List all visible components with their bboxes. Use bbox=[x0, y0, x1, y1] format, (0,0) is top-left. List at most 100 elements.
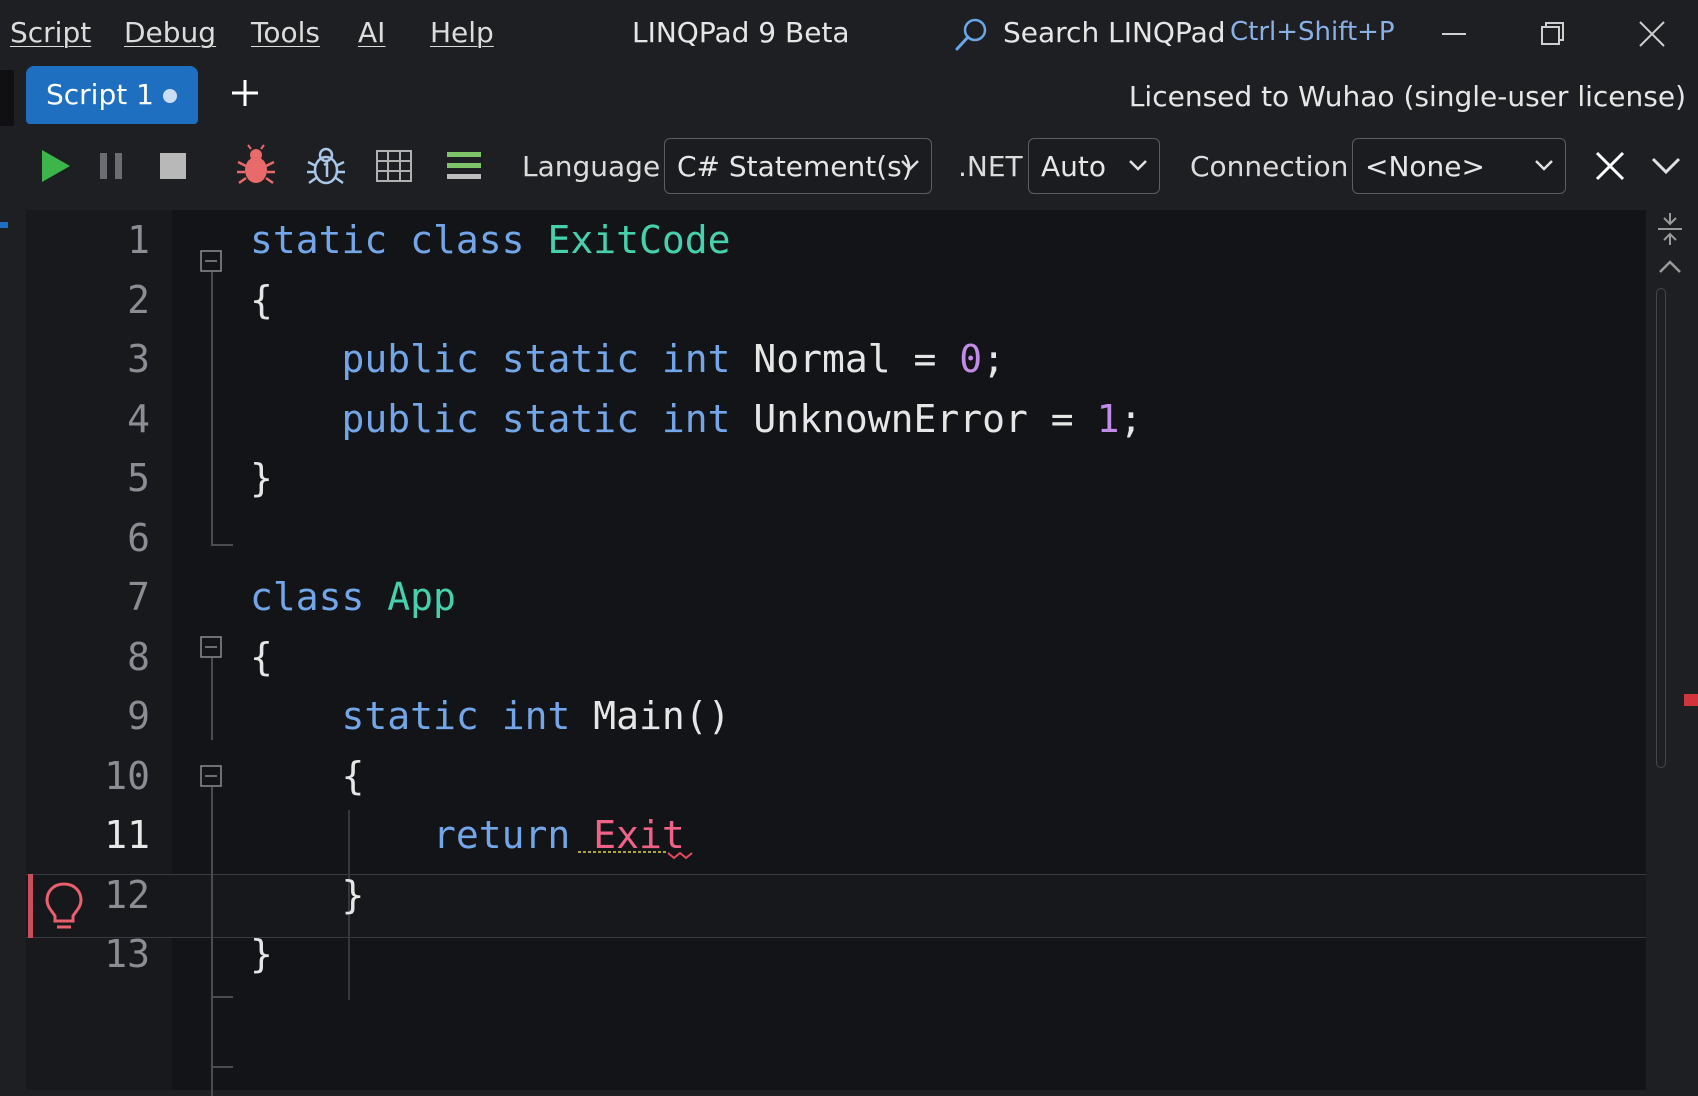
pause-icon[interactable] bbox=[92, 146, 132, 186]
punctuation: ; bbox=[982, 337, 1006, 381]
brace: } bbox=[341, 873, 365, 917]
fold-collapse-icon[interactable] bbox=[200, 250, 222, 272]
add-tab-icon[interactable] bbox=[228, 76, 262, 110]
fold-guide bbox=[211, 1066, 233, 1068]
menu-debug[interactable]: Debug bbox=[124, 16, 216, 49]
number-literal: 0 bbox=[959, 337, 983, 381]
scrollbar-thumb[interactable] bbox=[1656, 288, 1666, 768]
dotnet-select[interactable]: Auto bbox=[1028, 138, 1160, 194]
unsaved-dot-icon bbox=[163, 89, 177, 103]
fold-collapse-icon[interactable] bbox=[200, 765, 222, 787]
tab-script-1[interactable]: Script 1 bbox=[26, 66, 198, 124]
dotnet-label: .NET bbox=[958, 150, 1023, 183]
line-number: 4 bbox=[127, 397, 150, 441]
menu-help[interactable]: Help bbox=[430, 16, 494, 49]
punctuation: ; bbox=[1119, 397, 1143, 441]
line-number: 13 bbox=[104, 932, 150, 976]
keyword: static bbox=[341, 694, 479, 738]
brace: { bbox=[250, 278, 273, 322]
code-line-12: } bbox=[250, 873, 365, 917]
type-name: ExitCode bbox=[547, 218, 731, 262]
connection-select[interactable]: <None> bbox=[1352, 138, 1566, 194]
brace: { bbox=[250, 635, 273, 679]
close-window-icon[interactable] bbox=[1630, 12, 1674, 56]
brace: } bbox=[250, 456, 273, 500]
line-number: 2 bbox=[127, 278, 150, 322]
code-line-1: static class ExitCode bbox=[250, 218, 730, 262]
line-number: 6 bbox=[127, 516, 150, 560]
code-line-5: } bbox=[250, 456, 273, 500]
line-number: 10 bbox=[104, 754, 150, 798]
license-text: Licensed to Wuhao (single-user license) bbox=[1128, 80, 1686, 113]
identifier: UnknownError = bbox=[753, 397, 1097, 441]
error-squiggle bbox=[578, 851, 693, 860]
connection-value: <None> bbox=[1365, 150, 1485, 183]
debug-step-bug-icon[interactable] bbox=[304, 144, 348, 188]
dotnet-value: Auto bbox=[1041, 150, 1107, 183]
code-line-7: class App bbox=[250, 575, 456, 619]
keyword: static bbox=[501, 397, 639, 441]
stop-icon[interactable] bbox=[153, 146, 193, 186]
tab-bar: Script 1 Licensed to Wuhao (single-user … bbox=[0, 66, 1698, 128]
keyword: public bbox=[341, 397, 479, 441]
language-value: C# Statement(s) bbox=[677, 150, 913, 183]
grid-results-icon[interactable] bbox=[374, 146, 414, 186]
error-marker[interactable] bbox=[1684, 694, 1698, 706]
line-number: 9 bbox=[127, 694, 150, 738]
left-edge-accent bbox=[0, 222, 8, 228]
minimize-icon[interactable] bbox=[1432, 12, 1476, 56]
expand-toolbar-icon[interactable] bbox=[1648, 150, 1684, 182]
number-literal: 1 bbox=[1096, 397, 1120, 441]
keyword: int bbox=[661, 337, 731, 381]
keyword: int bbox=[501, 694, 571, 738]
keyword: public bbox=[341, 337, 479, 381]
chevron-down-icon bbox=[1535, 160, 1553, 171]
tab-label: Script 1 bbox=[46, 78, 154, 111]
line-number: 12 bbox=[104, 873, 150, 917]
scroll-up-icon[interactable] bbox=[1656, 256, 1684, 276]
clear-connection-icon[interactable] bbox=[1592, 148, 1628, 184]
language-label: Language bbox=[522, 150, 661, 183]
window-title: LINQPad 9 Beta bbox=[632, 16, 850, 49]
fold-guide bbox=[211, 544, 233, 546]
code-line-8: { bbox=[250, 635, 273, 679]
type-name: App bbox=[387, 575, 456, 619]
search-icon[interactable] bbox=[952, 16, 990, 54]
title-bar: Script Debug Tools AI Help LINQPad 9 Bet… bbox=[0, 0, 1698, 66]
chevron-down-icon bbox=[1129, 160, 1147, 171]
fold-collapse-icon[interactable] bbox=[200, 636, 222, 658]
fold-guide bbox=[211, 272, 213, 546]
menu-tools[interactable]: Tools bbox=[251, 16, 320, 49]
toolbar: Language C# Statement(s) .NET Auto Conne… bbox=[0, 130, 1698, 208]
code-line-10: { bbox=[250, 754, 365, 798]
code-line-9: static int Main() bbox=[250, 694, 731, 738]
fold-guide bbox=[211, 996, 233, 998]
line-number: 1 bbox=[127, 218, 150, 262]
debug-bug-icon[interactable] bbox=[234, 144, 278, 188]
menu-ai[interactable]: AI bbox=[358, 16, 385, 49]
keyword: class bbox=[250, 575, 365, 619]
menu-script[interactable]: Script bbox=[10, 16, 91, 49]
brace: { bbox=[341, 754, 365, 798]
line-number-current: 11 bbox=[104, 813, 150, 857]
line-number: 5 bbox=[127, 456, 150, 500]
fold-guide bbox=[211, 658, 213, 740]
split-editor-icon[interactable] bbox=[1654, 212, 1686, 246]
line-number: 7 bbox=[127, 575, 150, 619]
restore-icon[interactable] bbox=[1530, 12, 1574, 56]
search-shortcut: Ctrl+Shift+P bbox=[1230, 17, 1395, 47]
code-editor[interactable]: 1 2 3 4 5 6 7 8 9 10 11 12 13 static cla… bbox=[26, 210, 1646, 1096]
search-label[interactable]: Search LINQPad bbox=[1003, 16, 1226, 49]
code-line-4: public static int UnknownError = 1; bbox=[250, 397, 1143, 441]
identifier: Main() bbox=[593, 694, 731, 738]
identifier: Normal = bbox=[753, 337, 960, 381]
connection-label: Connection bbox=[1190, 150, 1349, 183]
line-number: 8 bbox=[127, 635, 150, 679]
code-line-13: } bbox=[250, 932, 273, 976]
keyword: class bbox=[410, 218, 525, 262]
rich-text-results-icon[interactable] bbox=[444, 146, 484, 186]
language-select[interactable]: C# Statement(s) bbox=[664, 138, 932, 194]
brace: } bbox=[250, 932, 273, 976]
code-line-2: { bbox=[250, 278, 273, 322]
run-icon[interactable] bbox=[34, 146, 74, 186]
